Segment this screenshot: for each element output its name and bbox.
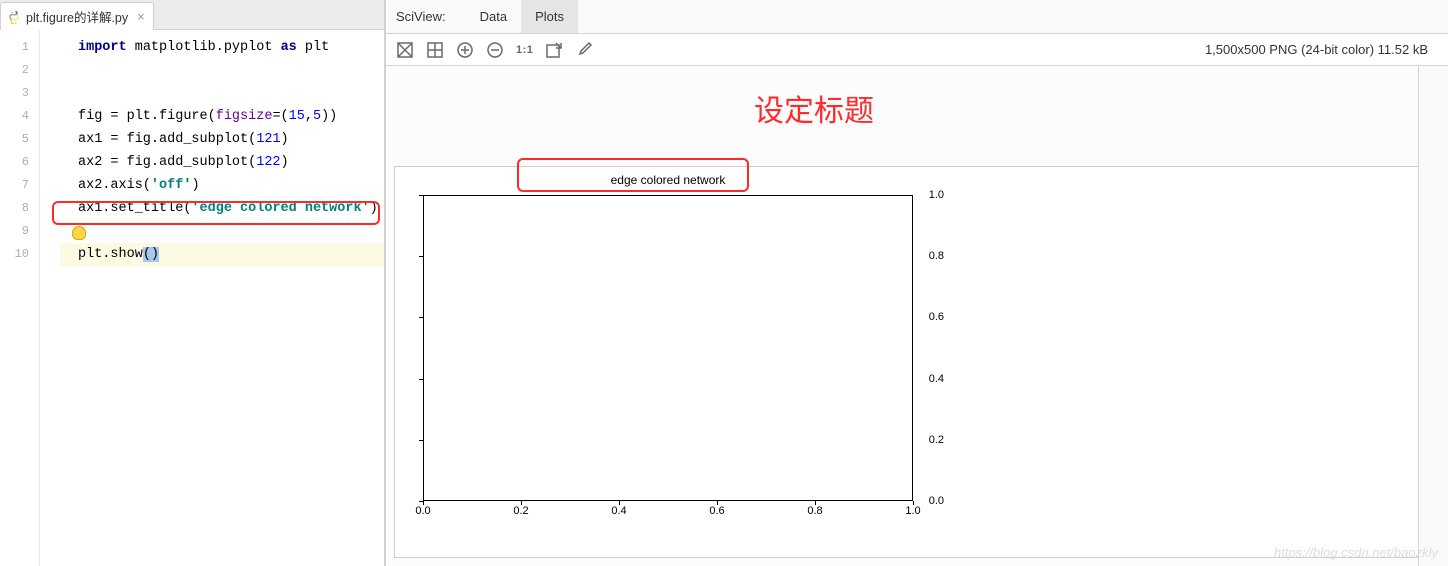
export-icon[interactable] [545, 41, 563, 59]
x-tick-label: 1.0 [905, 505, 920, 517]
code-line[interactable] [60, 220, 384, 243]
x-tick-label: 0.4 [611, 505, 626, 517]
plot-title: edge colored network [423, 173, 913, 187]
y-tick-label: 1.0 [929, 189, 944, 201]
line-number: 8 [0, 197, 39, 220]
code-line[interactable]: ax1 = fig.add_subplot(121) [60, 128, 384, 151]
code-area[interactable]: 1 2 3 4 5 6 7 8 9 10 import matplotlib.p… [0, 30, 384, 566]
code-line[interactable] [60, 59, 384, 82]
line-number: 5 [0, 128, 39, 151]
gutter: 1 2 3 4 5 6 7 8 9 10 [0, 30, 40, 566]
code-line[interactable]: ax1.set_title('edge colored network') [60, 197, 384, 220]
line-number: 3 [0, 82, 39, 105]
intention-bulb-icon[interactable] [72, 226, 86, 240]
zoom-in-icon[interactable] [456, 41, 474, 59]
y-tick-label: 0.0 [929, 495, 944, 507]
tab-plots[interactable]: Plots [521, 0, 578, 33]
editor-tab-bar: plt.figure的详解.py × [0, 0, 384, 30]
x-tick-label: 0.6 [709, 505, 724, 517]
y-tick-label: 0.8 [929, 250, 944, 262]
line-number: 7 [0, 174, 39, 197]
editor-pane: plt.figure的详解.py × 1 2 3 4 5 6 7 8 9 10 … [0, 0, 385, 566]
tab-data[interactable]: Data [466, 0, 521, 33]
editor-tab[interactable]: plt.figure的详解.py × [0, 2, 154, 30]
line-number: 6 [0, 151, 39, 174]
python-file-icon [7, 10, 21, 24]
red-annotation-text: 设定标题 [754, 86, 874, 130]
line-number: 2 [0, 59, 39, 82]
code-line[interactable]: plt.show() [60, 243, 384, 266]
close-icon[interactable]: × [133, 9, 145, 24]
code-line[interactable] [60, 82, 384, 105]
y-tick-label: 0.2 [929, 434, 944, 446]
x-tick-label: 0.0 [415, 505, 430, 517]
code-line[interactable]: fig = plt.figure(figsize=(15,5)) [60, 105, 384, 128]
sciview-toolbar: 1:1 1,500x500 PNG (24-bit color) 11.52 k… [386, 34, 1448, 66]
sciview-pane: SciView: Data Plots 1:1 1,500x500 PNG (2… [385, 0, 1448, 566]
code-line[interactable]: import matplotlib.pyplot as plt [60, 36, 384, 59]
line-number: 9 [0, 220, 39, 243]
editor-tab-label: plt.figure的详解.py [26, 7, 128, 26]
fit-content-icon[interactable] [396, 41, 414, 59]
image-info: 1,500x500 PNG (24-bit color) 11.52 kB [1205, 42, 1438, 57]
color-picker-icon[interactable] [575, 41, 593, 59]
code-line[interactable]: ax2 = fig.add_subplot(122) [60, 151, 384, 174]
right-sidebar [1418, 66, 1448, 566]
line-number: 10 [0, 243, 39, 266]
sciview-title: SciView: [396, 9, 446, 24]
code-body[interactable]: import matplotlib.pyplot as plt fig = plt… [60, 30, 384, 566]
sciview-header: SciView: Data Plots [386, 0, 1448, 34]
plot-frame: edge colored network 0.0 0.2 0.4 0.6 0.8 1.0 0… [394, 166, 1440, 558]
x-tick-label: 0.2 [513, 505, 528, 517]
line-number: 1 [0, 36, 39, 59]
code-line[interactable]: ax2.axis('off') [60, 174, 384, 197]
zoom-out-icon[interactable] [486, 41, 504, 59]
y-tick-label: 0.6 [929, 311, 944, 323]
grid-icon[interactable] [426, 41, 444, 59]
watermark: https://blog.csdn.net/baozkly [1274, 545, 1438, 560]
actual-size-button[interactable]: 1:1 [516, 44, 533, 56]
x-tick-label: 0.8 [807, 505, 822, 517]
plot-axes [423, 195, 913, 501]
line-number: 4 [0, 105, 39, 128]
y-tick-label: 0.4 [929, 373, 944, 385]
breakpoint-strip[interactable] [40, 30, 60, 566]
sciview-canvas[interactable]: 设定标题 edge colored network 0.0 0.2 0.4 0.6 0.… [386, 66, 1448, 566]
